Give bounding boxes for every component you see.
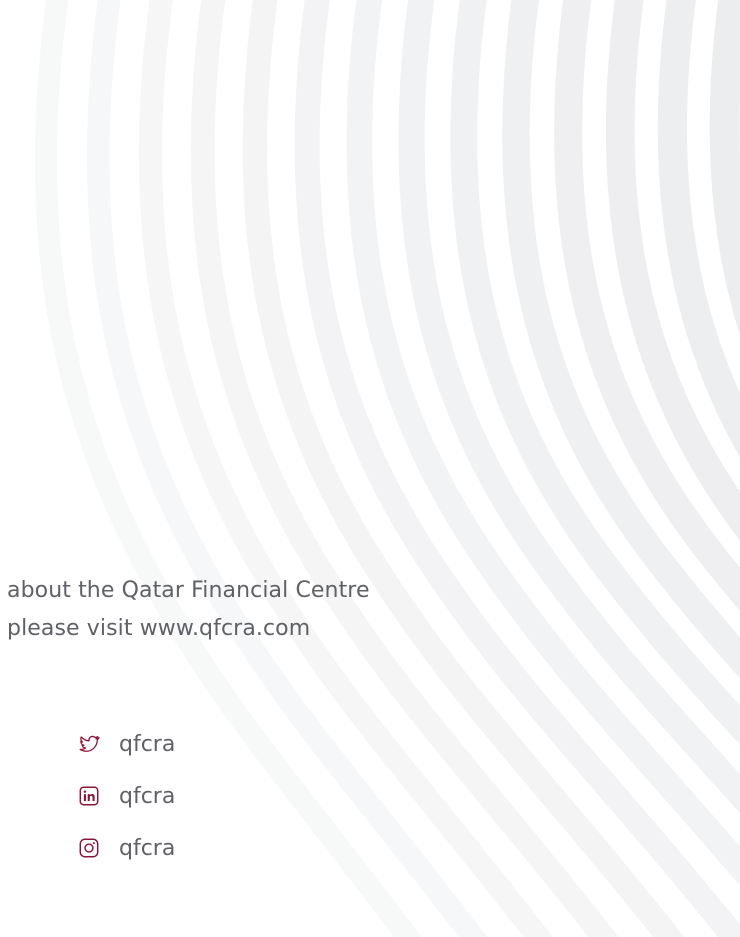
linkedin-icon[interactable] — [77, 784, 101, 808]
instagram-icon[interactable] — [77, 836, 101, 860]
instagram-handle[interactable]: qfcra — [119, 836, 175, 861]
info-line-2[interactable]: please visit www.qfcra.com — [7, 610, 370, 648]
twitter-icon[interactable] — [77, 732, 101, 756]
document-page: about the Qatar Financial Centre please … — [0, 0, 740, 937]
twitter-handle[interactable]: qfcra — [119, 732, 175, 757]
linkedin-handle[interactable]: qfcra — [119, 784, 175, 809]
info-line-1: about the Qatar Financial Centre — [7, 578, 370, 603]
social-item-twitter[interactable]: qfcra — [77, 718, 175, 770]
social-links: qfcra qfcra qfcra — [77, 718, 175, 874]
social-item-instagram[interactable]: qfcra — [77, 822, 175, 874]
social-item-linkedin[interactable]: qfcra — [77, 770, 175, 822]
info-text: about the Qatar Financial Centre please … — [7, 572, 370, 648]
